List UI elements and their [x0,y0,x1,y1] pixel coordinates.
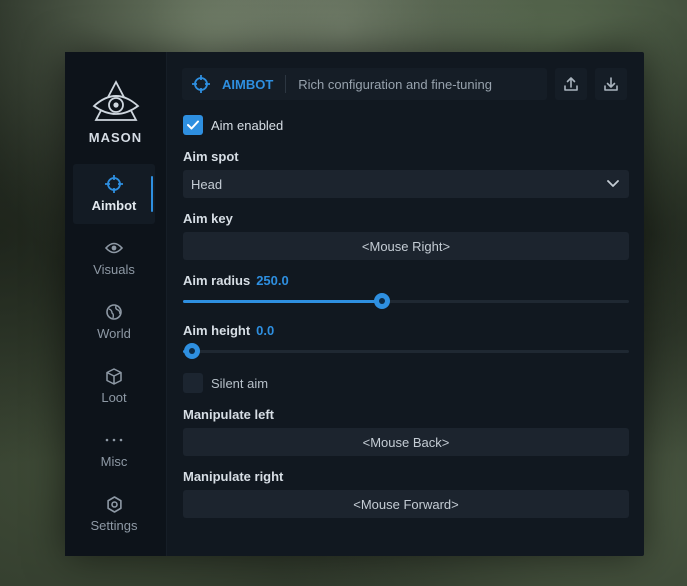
sidebar-item-label: World [97,326,131,341]
header-divider [285,75,287,93]
page-description: Rich configuration and fine-tuning [298,76,492,92]
checkbox-label: Aim enabled [211,117,284,133]
sidebar: MASON Aimbot Visuals World Loot Misc Set… [65,52,167,556]
page-header: AIMBOT Rich configuration and fine-tunin… [182,68,547,100]
page-title: AIMBOT [222,76,274,92]
export-button[interactable] [555,68,587,100]
chevron-down-icon [607,180,619,187]
manipulate-left-button[interactable]: <Mouse Back> [183,428,629,456]
cheat-menu-window: MASON Aimbot Visuals World Loot Misc Set… [65,52,644,556]
aim-radius-value: 250.0 [256,273,289,288]
gear-icon [106,495,123,513]
download-icon [604,77,618,91]
aim-enabled-checkbox[interactable]: Aim enabled [183,115,283,135]
aim-key-label: Aim key [183,211,233,226]
sidebar-item-label: Visuals [93,262,135,277]
slider-thumb[interactable] [184,343,200,359]
main-content: AIMBOT Rich configuration and fine-tunin… [166,52,644,556]
aim-height-label-text: Aim height [183,323,251,338]
manipulate-right-button[interactable]: <Mouse Forward> [183,490,629,518]
sidebar-item-settings[interactable]: Settings [73,484,155,544]
aim-radius-label: Aim radius 250.0 [183,273,289,288]
sidebar-item-label: Aimbot [91,198,137,213]
checkmark-icon [187,120,199,130]
silent-aim-checkbox[interactable]: Silent aim [183,373,268,393]
aim-radius-label-text: Aim radius [183,273,251,288]
eye-pyramid-logo-icon [92,80,139,121]
eye-icon [105,239,123,257]
aim-height-label: Aim height 0.0 [183,323,274,338]
manipulate-left-label: Manipulate left [183,407,275,422]
sidebar-item-aimbot[interactable]: Aimbot [73,164,155,224]
aim-spot-select[interactable]: Head [183,170,629,198]
sidebar-item-loot[interactable]: Loot [73,356,155,416]
sidebar-item-visuals[interactable]: Visuals [73,228,155,288]
aim-key-button[interactable]: <Mouse Right> [183,232,629,260]
brand-logo: MASON [65,80,166,145]
aim-spot-value: Head [191,176,223,192]
crosshair-icon [105,175,123,193]
crosshair-icon [192,75,210,93]
sidebar-item-misc[interactable]: Misc [73,420,155,480]
upload-icon [564,77,578,91]
sidebar-item-label: Settings [90,518,138,533]
slider-fill [183,300,383,303]
import-button[interactable] [595,68,627,100]
sidebar-item-world[interactable]: World [73,292,155,352]
aim-radius-slider[interactable] [183,293,629,309]
brand-name: MASON [88,130,143,145]
manipulate-right-label: Manipulate right [183,469,284,484]
slider-track [183,350,629,353]
aim-height-value: 0.0 [256,323,275,338]
checkbox-label: Silent aim [211,375,269,391]
box-icon [106,367,122,385]
aim-height-slider[interactable] [183,343,629,359]
sidebar-item-label: Loot [101,390,127,405]
checkbox-box[interactable] [183,373,203,393]
checkbox-box[interactable] [183,115,203,135]
slider-thumb[interactable] [374,293,391,309]
more-dots-icon [105,431,123,449]
globe-icon [106,303,122,321]
aim-spot-label: Aim spot [183,149,239,164]
sidebar-item-label: Misc [100,454,128,469]
